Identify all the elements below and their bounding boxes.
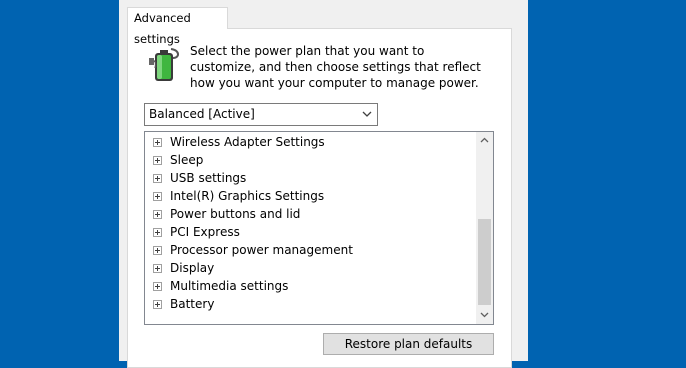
power-settings-tree[interactable]: Wireless Adapter Settings Sleep USB sett… [144,131,494,325]
chevron-up-icon [480,137,489,143]
scroll-down-button[interactable] [476,307,493,324]
plus-box-icon[interactable] [153,246,162,255]
plus-box-icon[interactable] [153,228,162,237]
tree-item-label: Battery [170,297,215,311]
power-plan-select[interactable]: Balanced [Active] [144,103,378,126]
tree-item-label: Display [170,261,215,275]
tree-item-label: PCI Express [170,225,240,239]
restore-plan-defaults-button[interactable]: Restore plan defaults [323,333,494,355]
tab-advanced-settings[interactable]: Advanced settings [127,7,228,46]
chevron-down-icon [480,312,489,318]
plus-box-icon[interactable] [153,192,162,201]
scroll-up-button[interactable] [476,132,493,149]
chevron-down-icon [362,111,372,117]
tree-item-label: Sleep [170,153,204,167]
tree-item-label: Multimedia settings [170,279,289,293]
plus-box-icon[interactable] [153,138,162,147]
tree-item-label: USB settings [170,171,247,185]
tree-item-label: Processor power management [170,243,353,257]
battery-plug-icon [149,48,179,81]
tree-item-label: Intel(R) Graphics Settings [170,189,325,203]
plus-box-icon[interactable] [153,156,162,165]
plus-box-icon[interactable] [153,282,162,291]
power-plan-select-value: Balanced [Active] [149,107,255,121]
plus-box-icon[interactable] [153,210,162,219]
tree-item-label: Wireless Adapter Settings [170,135,325,149]
plus-box-icon[interactable] [153,264,162,273]
scrollbar-thumb[interactable] [478,219,491,305]
plus-box-icon[interactable] [153,174,162,183]
plus-box-icon[interactable] [153,300,162,309]
plan-description: Select the power plan that you want to c… [190,44,481,90]
tree-item-label: Power buttons and lid [170,207,301,221]
tree-scrollbar[interactable] [476,132,493,324]
